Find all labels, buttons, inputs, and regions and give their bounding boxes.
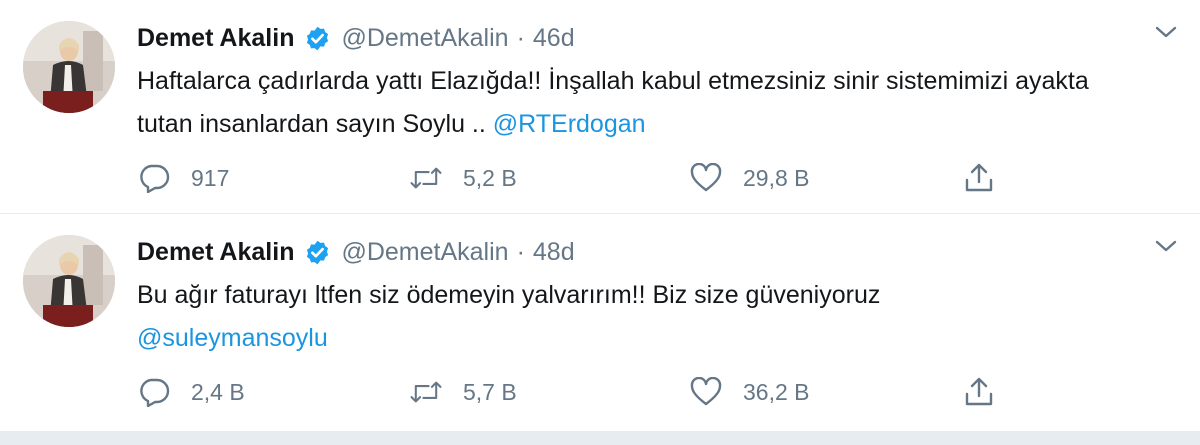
separator: · — [516, 23, 525, 52]
chevron-down-icon[interactable] — [1152, 20, 1180, 44]
verified-badge-icon — [304, 239, 331, 266]
tweet-text: Haftalarca çadırlarda yattı Elazığda!! İ… — [137, 60, 1140, 146]
avatar[interactable] — [23, 21, 115, 113]
share-button[interactable] — [962, 372, 996, 412]
display-name[interactable]: Demet Akalin — [137, 24, 294, 53]
tweet-header: Demet Akalin @DemetAkalin · 48d — [137, 232, 1140, 272]
like-button[interactable]: 29,8 B — [689, 158, 810, 198]
mention-link[interactable]: @suleymansoylu — [137, 324, 328, 352]
tweet-body: Demet Akalin @DemetAkalin · 48d Bu ağır … — [137, 232, 1140, 360]
tweet-text: Bu ağır faturayı ltfen siz ödemeyin yalv… — [137, 274, 1140, 360]
retweet-count: 5,7 B — [463, 378, 517, 405]
share-icon — [962, 161, 996, 195]
like-button[interactable]: 36,2 B — [689, 372, 810, 412]
reply-icon — [137, 161, 171, 195]
handle[interactable]: @DemetAkalin — [341, 238, 508, 267]
tweet[interactable]: Demet Akalin @DemetAkalin · 48d Bu ağır … — [0, 214, 1200, 432]
like-count: 29,8 B — [743, 164, 810, 191]
retweet-icon — [409, 161, 443, 195]
reply-icon — [137, 375, 171, 409]
tweet-header: Demet Akalin @DemetAkalin · 46d — [137, 18, 1140, 58]
verified-badge-icon — [304, 25, 331, 52]
share-icon — [962, 375, 996, 409]
retweet-icon — [409, 375, 443, 409]
tweet-body: Demet Akalin @DemetAkalin · 46d Haftalar… — [137, 18, 1140, 146]
handle[interactable]: @DemetAkalin — [341, 24, 508, 53]
timestamp[interactable]: 46d — [533, 24, 575, 53]
timestamp[interactable]: 48d — [533, 238, 575, 267]
retweet-count: 5,2 B — [463, 164, 517, 191]
retweet-button[interactable]: 5,7 B — [409, 372, 517, 412]
mention-link[interactable]: @RTErdogan — [493, 110, 646, 138]
like-count: 36,2 B — [743, 378, 810, 405]
reply-button[interactable]: 2,4 B — [137, 372, 245, 412]
heart-icon — [689, 375, 723, 409]
separator: · — [516, 237, 525, 266]
heart-icon — [689, 161, 723, 195]
share-button[interactable] — [962, 158, 996, 198]
reply-button[interactable]: 917 — [137, 158, 229, 198]
tweet-actions: 2,4 B 5,7 B 36,2 B — [137, 372, 1007, 412]
chevron-down-icon[interactable] — [1152, 234, 1180, 258]
display-name[interactable]: Demet Akalin — [137, 238, 294, 267]
bottom-divider — [0, 432, 1200, 445]
retweet-button[interactable]: 5,2 B — [409, 158, 517, 198]
tweet-actions: 917 5,2 B 29,8 B — [137, 158, 1007, 198]
reply-count: 917 — [191, 164, 230, 191]
avatar[interactable] — [23, 235, 115, 327]
reply-count: 2,4 B — [191, 378, 245, 405]
tweet-text-content: Bu ağır faturayı ltfen siz ödemeyin yalv… — [137, 281, 881, 309]
tweet[interactable]: Demet Akalin @DemetAkalin · 46d Haftalar… — [0, 0, 1200, 214]
avatar-photo — [23, 235, 115, 327]
avatar-photo — [23, 21, 115, 113]
